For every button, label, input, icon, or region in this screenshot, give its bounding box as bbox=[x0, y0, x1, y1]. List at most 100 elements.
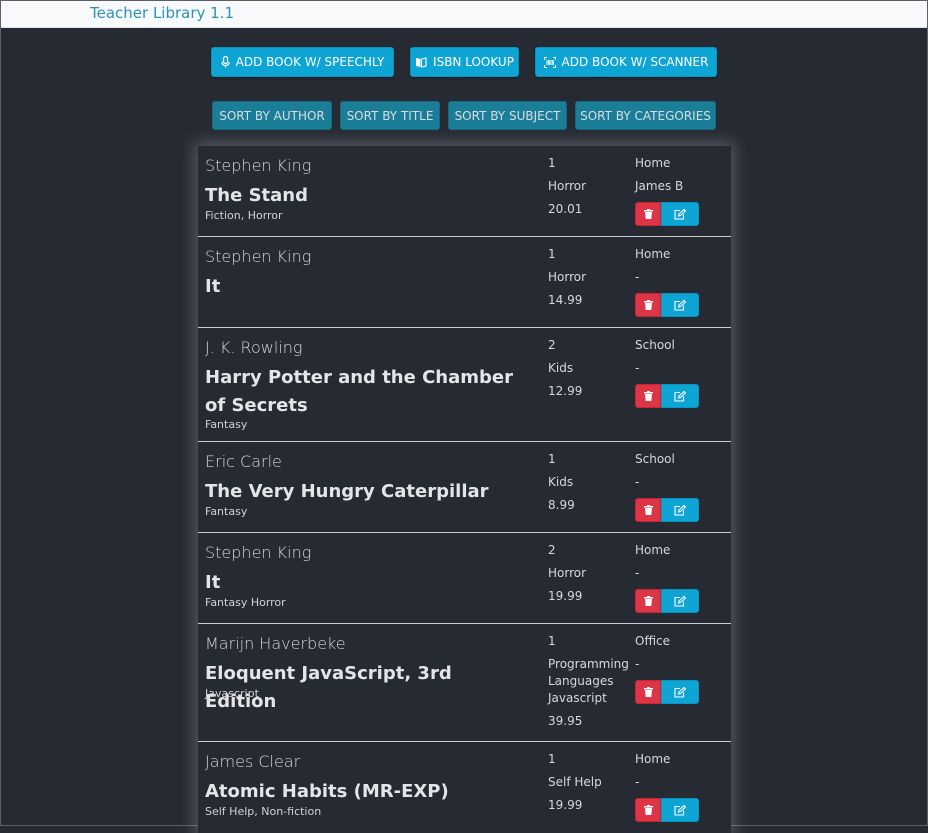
book-author: Stephen King bbox=[205, 247, 312, 266]
book-price: 12.99 bbox=[548, 384, 583, 398]
book-subject: Fantasy bbox=[205, 418, 248, 431]
trash-icon bbox=[643, 391, 653, 401]
book-borrower: - bbox=[635, 657, 640, 671]
edit-icon bbox=[674, 390, 686, 402]
book-card: Stephen King It 1 Horror 14.99 Home - bbox=[198, 237, 731, 328]
book-author: Marijn Haverbeke bbox=[205, 634, 346, 653]
book-price: 19.99 bbox=[548, 589, 583, 603]
book-subject: Fantasy bbox=[205, 505, 248, 518]
book-author: James Clear bbox=[205, 752, 301, 771]
edit-icon bbox=[674, 299, 686, 311]
book-location: Home bbox=[635, 156, 671, 170]
book-quantity: 1 bbox=[548, 452, 556, 466]
navbar: Teacher Library 1.1 bbox=[1, 1, 927, 28]
toolbar: ADD BOOK W/ SPEECHLY ISBN LOOKUP ADD BOO… bbox=[1, 47, 927, 77]
edit-button[interactable] bbox=[661, 293, 699, 317]
trash-icon bbox=[643, 505, 653, 515]
edit-button[interactable] bbox=[661, 384, 699, 408]
sort-by-subject-button[interactable]: SORT BY SUBJECT bbox=[448, 101, 567, 130]
sort-by-author-button[interactable]: SORT BY AUTHOR bbox=[212, 101, 332, 130]
add-book-scanner-button[interactable]: ADD BOOK W/ SCANNER bbox=[535, 47, 717, 77]
delete-button[interactable] bbox=[635, 202, 661, 226]
book-status: Home - bbox=[635, 752, 670, 798]
sort-by-title-button[interactable]: SORT BY TITLE bbox=[340, 101, 440, 130]
book-price: 20.01 bbox=[548, 202, 583, 216]
book-subject: Fiction, Horror bbox=[205, 209, 283, 222]
book-price: 8.99 bbox=[548, 498, 575, 512]
edit-icon bbox=[674, 686, 686, 698]
book-actions bbox=[635, 680, 699, 704]
delete-button[interactable] bbox=[635, 384, 661, 408]
book-location: Home bbox=[635, 543, 671, 557]
book-details: 1 Programming Languages Javascript 39.95 bbox=[548, 634, 629, 737]
add-book-scanner-label: ADD BOOK W/ SCANNER bbox=[561, 55, 709, 69]
delete-button[interactable] bbox=[635, 798, 661, 822]
book-author: Eric Carle bbox=[205, 452, 282, 471]
isbn-lookup-label: ISBN LOOKUP bbox=[433, 55, 514, 69]
book-author: J. K. Rowling bbox=[205, 338, 303, 357]
book-subject: Self Help, Non-fiction bbox=[205, 805, 322, 818]
book-card: James Clear Atomic Habits (MR-EXP) Self … bbox=[198, 742, 731, 833]
book-status: Home James B bbox=[635, 156, 683, 202]
book-card: Stephen King The Stand Fiction, Horror 1… bbox=[198, 146, 731, 237]
isbn-lookup-button[interactable]: ISBN LOOKUP bbox=[410, 47, 519, 77]
edit-button[interactable] bbox=[661, 202, 699, 226]
book-author: Stephen King bbox=[205, 156, 312, 175]
book-borrower: - bbox=[635, 361, 640, 375]
sort-by-categories-button[interactable]: SORT BY CATEGORIES bbox=[575, 101, 716, 130]
book-subject: Fantasy Horror bbox=[205, 596, 286, 609]
book-quantity: 1 bbox=[548, 156, 556, 170]
book-borrower: James B bbox=[635, 179, 684, 193]
book-card: Marijn Haverbeke Eloquent JavaScript, 3r… bbox=[198, 624, 731, 742]
book-category: Horror bbox=[548, 179, 587, 193]
book-category: Kids bbox=[548, 475, 574, 489]
book-status: Home - bbox=[635, 543, 670, 589]
trash-icon bbox=[643, 209, 653, 219]
book-category: Horror bbox=[548, 566, 587, 580]
book-category: Self Help bbox=[548, 775, 602, 789]
book-title: Harry Potter and the Chamber of Secrets bbox=[205, 367, 513, 416]
edit-button[interactable] bbox=[661, 498, 699, 522]
edit-icon bbox=[674, 804, 686, 816]
book-borrower: - bbox=[635, 566, 640, 580]
microphone-icon bbox=[221, 56, 230, 68]
book-status: School - bbox=[635, 452, 675, 498]
book-category: Javascript bbox=[548, 691, 607, 705]
book-title: The Stand bbox=[205, 185, 308, 206]
book-author: Stephen King bbox=[205, 543, 312, 562]
app-title[interactable]: Teacher Library 1.1 bbox=[90, 4, 234, 22]
book-details: 2 Horror 19.99 bbox=[548, 543, 586, 612]
book-price: 39.95 bbox=[548, 714, 583, 728]
book-actions bbox=[635, 293, 699, 317]
trash-icon bbox=[643, 805, 653, 815]
add-book-speechly-button[interactable]: ADD BOOK W/ SPEECHLY bbox=[211, 47, 394, 77]
book-category: Kids bbox=[548, 361, 574, 375]
book-card: Eric Carle The Very Hungry Caterpillar F… bbox=[198, 442, 731, 533]
edit-button[interactable] bbox=[661, 680, 699, 704]
book-quantity: 1 bbox=[548, 247, 556, 261]
delete-button[interactable] bbox=[635, 589, 661, 613]
delete-button[interactable] bbox=[635, 293, 661, 317]
barcode-scan-icon bbox=[543, 56, 556, 68]
trash-icon bbox=[643, 596, 653, 606]
book-icon bbox=[415, 56, 427, 68]
book-details: 1 Horror 14.99 bbox=[548, 247, 586, 316]
delete-button[interactable] bbox=[635, 680, 661, 704]
book-card: Stephen King It Fantasy Horror 2 Horror … bbox=[198, 533, 731, 624]
book-actions bbox=[635, 498, 699, 522]
book-location: School bbox=[635, 338, 675, 352]
book-quantity: 2 bbox=[548, 338, 556, 352]
book-details: 1 Kids 8.99 bbox=[548, 452, 575, 521]
book-location: Home bbox=[635, 752, 671, 766]
book-quantity: 1 bbox=[548, 634, 556, 648]
book-location: Home bbox=[635, 247, 671, 261]
edit-button[interactable] bbox=[661, 589, 699, 613]
book-status: Office - bbox=[635, 634, 670, 680]
book-list: Stephen King The Stand Fiction, Horror 1… bbox=[198, 146, 731, 833]
book-title: It bbox=[205, 276, 221, 297]
edit-icon bbox=[674, 504, 686, 516]
edit-button[interactable] bbox=[661, 798, 699, 822]
book-details: 2 Kids 12.99 bbox=[548, 338, 582, 407]
book-price: 14.99 bbox=[548, 293, 583, 307]
delete-button[interactable] bbox=[635, 498, 661, 522]
